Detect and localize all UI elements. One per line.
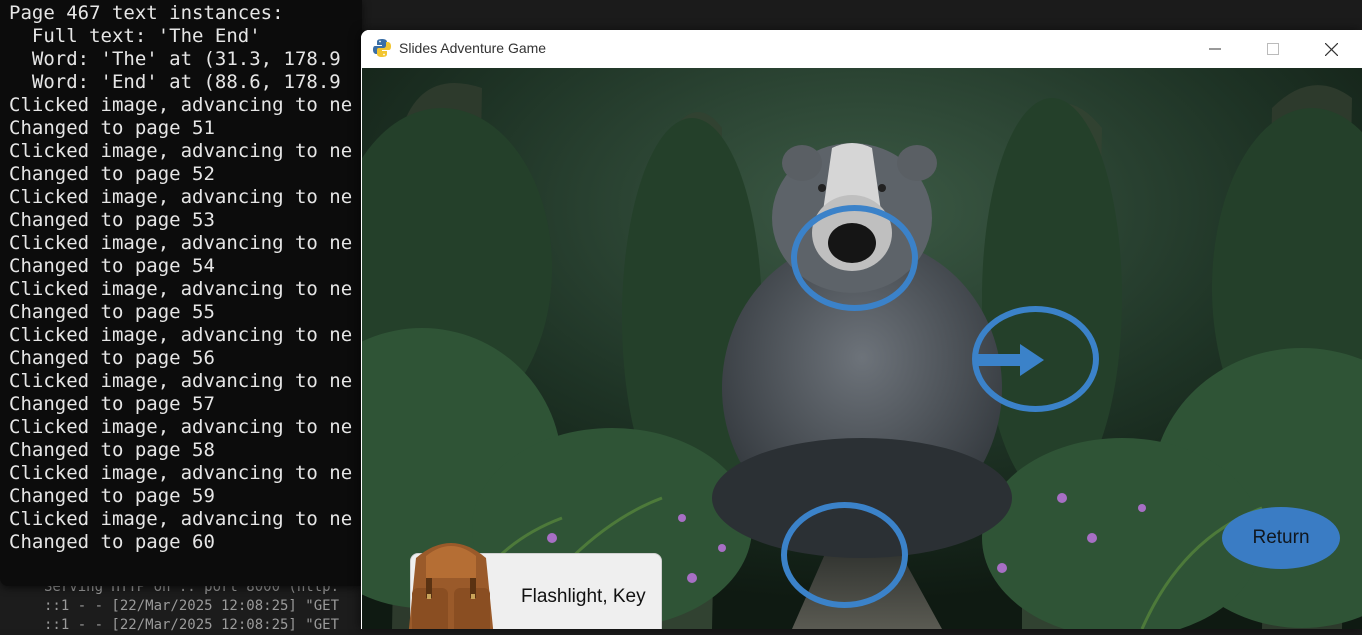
terminal-line: Clicked image, advancing to ne xyxy=(9,370,353,392)
terminal-line: Changed to page 55 xyxy=(9,301,215,323)
terminal-window[interactable]: Page 467 text instances: Full text: 'The… xyxy=(0,0,362,586)
backpack-icon[interactable] xyxy=(396,528,506,629)
terminal-line: ::1 - - [22/Mar/2025 12:08:25] "GET xyxy=(44,617,340,633)
right-arrow-hotspot[interactable] xyxy=(972,306,1099,412)
terminal-line: Clicked image, advancing to ne xyxy=(9,508,353,530)
close-button[interactable] xyxy=(1302,30,1360,68)
terminal-line: Clicked image, advancing to ne xyxy=(9,278,353,300)
ground-hotspot[interactable] xyxy=(781,502,908,608)
terminal-line: Changed to page 58 xyxy=(9,439,215,461)
window-title: Slides Adventure Game xyxy=(399,40,547,56)
terminal-line: Clicked image, advancing to ne xyxy=(9,186,353,208)
terminal-line: Changed to page 54 xyxy=(9,255,215,277)
terminal-line: Changed to page 57 xyxy=(9,393,215,415)
terminal-line: Changed to page 53 xyxy=(9,209,215,231)
terminal-line: Clicked image, advancing to ne xyxy=(9,140,353,162)
title-bar[interactable]: Slides Adventure Game xyxy=(361,30,1362,68)
terminal-line: Changed to page 59 xyxy=(9,485,215,507)
terminal-line: Changed to page 56 xyxy=(9,347,215,369)
inventory-label: Flashlight, Key xyxy=(521,586,646,607)
maximize-icon xyxy=(1267,43,1279,55)
badger-mouth-hotspot[interactable] xyxy=(791,205,918,311)
terminal-line: Word: 'The' at (31.3, 178.9 xyxy=(9,48,341,70)
terminal-output: Page 467 text instances: Full text: 'The… xyxy=(0,0,362,554)
terminal-line: Changed to page 52 xyxy=(9,163,215,185)
terminal-line: Changed to page 51 xyxy=(9,117,215,139)
terminal-line: Changed to page 60 xyxy=(9,531,215,553)
terminal-line: Clicked image, advancing to ne xyxy=(9,94,353,116)
minimize-icon xyxy=(1209,48,1221,50)
game-window[interactable]: Slides Adventure Game Return Flashlight,… xyxy=(361,30,1362,629)
return-button[interactable]: Return xyxy=(1222,507,1340,569)
terminal-line: Word: 'End' at (88.6, 178.9 xyxy=(9,71,341,93)
game-scene[interactable]: Return Flashlight, Key xyxy=(362,68,1362,629)
terminal-line: Clicked image, advancing to ne xyxy=(9,462,353,484)
terminal-line: Full text: 'The End' xyxy=(9,25,261,47)
close-icon xyxy=(1324,42,1338,56)
maximize-button[interactable] xyxy=(1244,30,1302,68)
right-arrow-icon xyxy=(974,344,1044,376)
terminal-line: Clicked image, advancing to ne xyxy=(9,324,353,346)
minimize-button[interactable] xyxy=(1186,30,1244,68)
terminal-line: Clicked image, advancing to ne xyxy=(9,416,353,438)
python-icon xyxy=(373,39,391,57)
terminal-line: ::1 - - [22/Mar/2025 12:08:25] "GET xyxy=(44,598,340,614)
terminal-line: Page 467 text instances: xyxy=(9,2,284,24)
return-button-label: Return xyxy=(1252,527,1310,548)
terminal-line: Clicked image, advancing to ne xyxy=(9,232,353,254)
